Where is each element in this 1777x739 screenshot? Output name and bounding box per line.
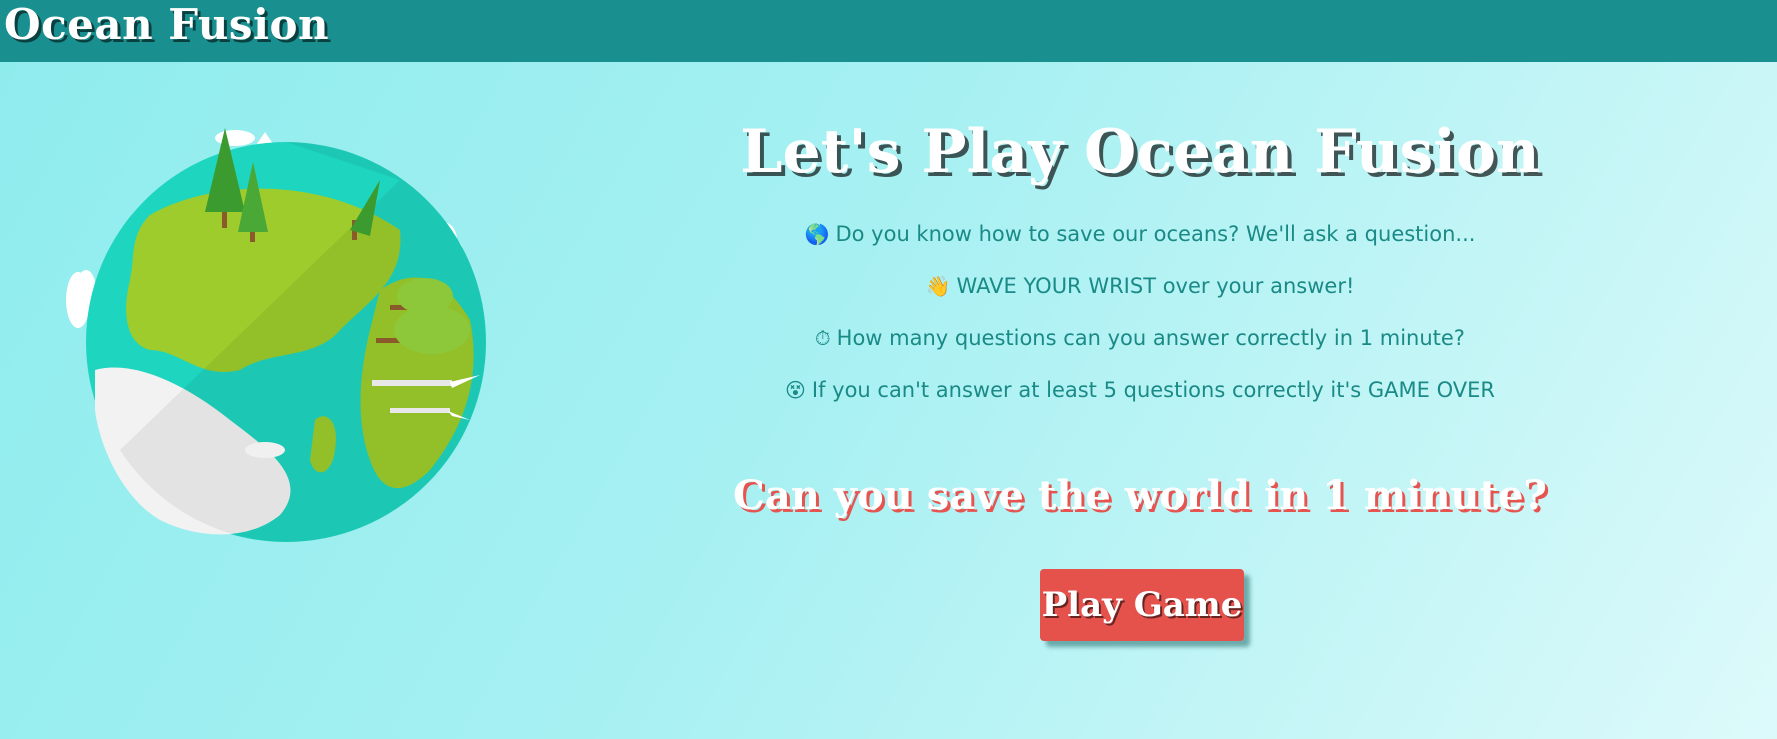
instruction-item: 😵 If you can't answer at least 5 question… xyxy=(740,372,1540,424)
stopwatch-icon: ⏱ xyxy=(815,326,831,350)
instructions-list: 🌎 Do you know how to save our oceans? We'… xyxy=(740,216,1540,424)
earth-illustration xyxy=(60,120,520,560)
instruction-text: How many questions can you answer correc… xyxy=(836,326,1465,350)
tagline: Can you save the world in 1 minute? xyxy=(733,472,1547,519)
instruction-item: 🌎 Do you know how to save our oceans? We'… xyxy=(740,216,1540,268)
play-game-button[interactable]: Play Game xyxy=(1040,569,1244,641)
earth-globe-icon xyxy=(66,128,486,542)
brand-logo[interactable]: Ocean Fusion xyxy=(4,0,329,50)
instruction-item: ⏱ How many questions can you answer corre… xyxy=(740,320,1540,372)
waving-hand-icon: 👋 xyxy=(925,274,951,298)
dizzy-face-icon: 😵 xyxy=(785,378,806,402)
instruction-item: 👋 WAVE YOUR WRIST over your answer! xyxy=(740,268,1540,320)
globe-icon: 🌎 xyxy=(804,222,830,246)
instruction-text: If you can't answer at least 5 questions… xyxy=(811,378,1495,402)
page-title: Let's Play Ocean Fusion xyxy=(740,117,1540,187)
top-bar: Ocean Fusion xyxy=(0,0,1777,62)
instruction-text: WAVE YOUR WRIST over your answer! xyxy=(956,274,1355,298)
instruction-text: Do you know how to save our oceans? We'l… xyxy=(835,222,1476,246)
